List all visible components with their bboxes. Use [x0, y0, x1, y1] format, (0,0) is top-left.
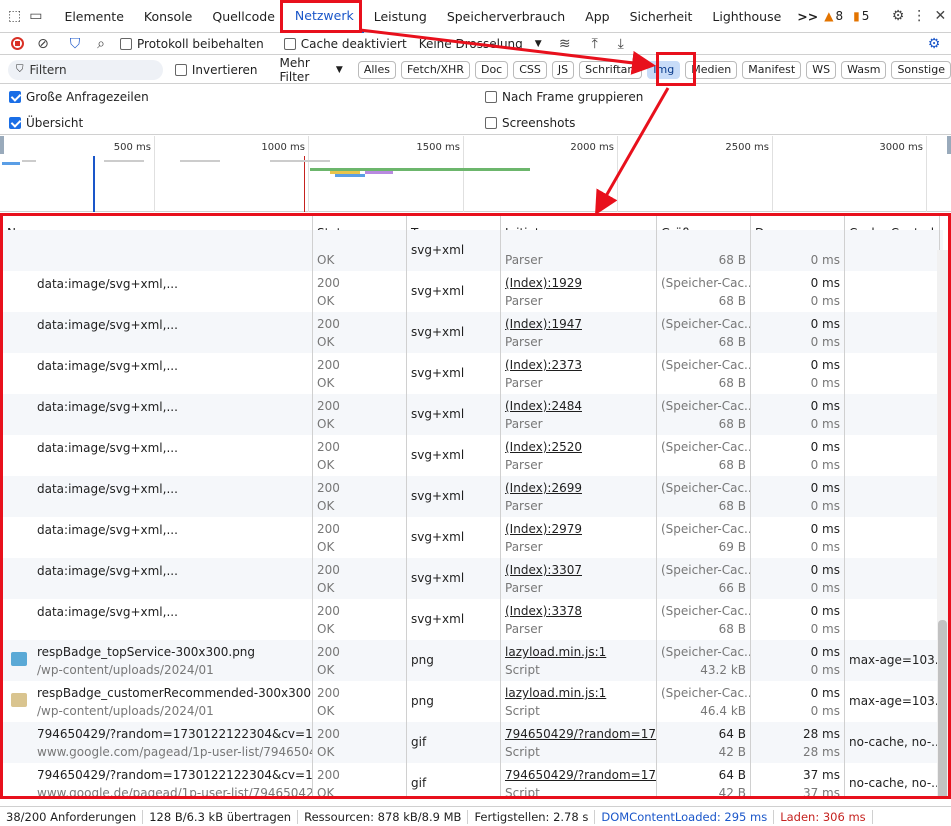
annotation-arrow — [595, 87, 670, 216]
annotation-arrows — [359, 28, 670, 216]
annotation-arrow — [359, 28, 656, 75]
